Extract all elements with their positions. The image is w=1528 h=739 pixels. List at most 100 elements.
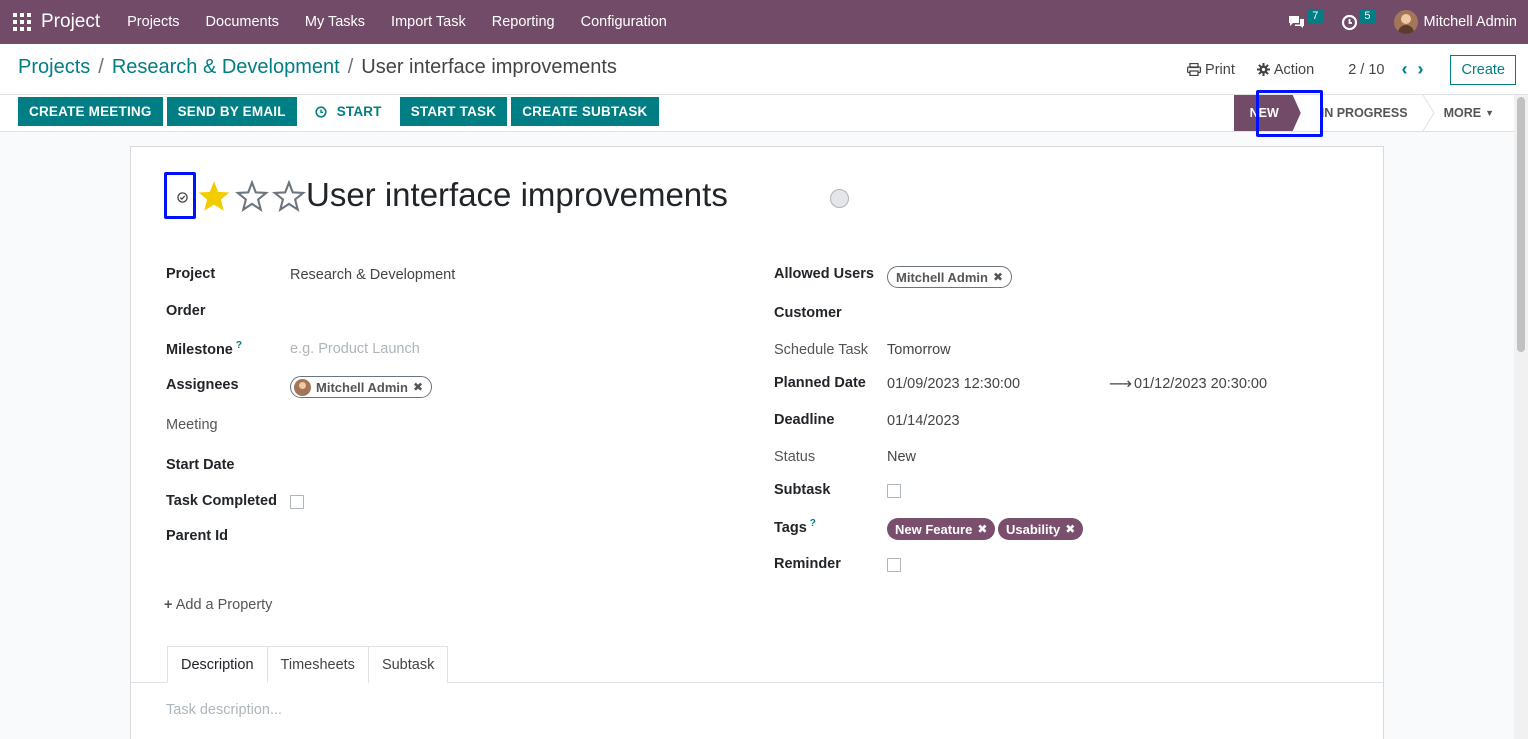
menu-documents[interactable]: Documents (193, 14, 292, 30)
customer-label: Customer (774, 305, 842, 321)
create-subtask-button[interactable]: CREATE SUBTASK (511, 97, 659, 126)
milestone-field[interactable]: e.g. Product Launch (290, 341, 420, 357)
stage-divider-icon (1422, 95, 1435, 131)
stage-new[interactable]: NEW (1233, 95, 1301, 131)
priority-star-empty-icon[interactable] (272, 180, 306, 212)
priority-star-filled-icon[interactable] (197, 180, 231, 212)
project-field[interactable]: Research & Development (290, 267, 455, 283)
planned-date-label: Planned Date (774, 375, 866, 391)
remove-assignee-icon[interactable]: ✖ (413, 380, 423, 394)
pager-value[interactable]: 2 / 10 (1348, 62, 1384, 78)
user-avatar[interactable] (1393, 10, 1418, 34)
stage-in-progress[interactable]: IN PROGRESS (1313, 95, 1422, 131)
stage-more-label: MORE (1443, 106, 1482, 120)
timer-icon (315, 105, 327, 118)
task-title[interactable]: User interface improvements (306, 176, 728, 214)
tag-label: New Feature (895, 521, 973, 537)
milestone-help-icon[interactable]: ? (236, 340, 242, 351)
menu-my-tasks[interactable]: My Tasks (292, 14, 378, 30)
print-button[interactable]: Print (1187, 62, 1235, 78)
tag-label: Usability (1006, 521, 1061, 537)
apps-menu-icon[interactable] (13, 13, 31, 31)
send-by-email-button[interactable]: SEND BY EMAIL (166, 97, 297, 126)
breadcrumb-projects[interactable]: Projects (18, 56, 90, 79)
assignees-label: Assignees (166, 377, 239, 393)
project-label: Project (166, 266, 216, 282)
print-icon (1187, 63, 1202, 76)
menu-configuration[interactable]: Configuration (568, 14, 680, 30)
start-date-label: Start Date (166, 457, 235, 473)
task-completed-checkbox[interactable] (290, 495, 304, 509)
priority-star-empty-icon[interactable] (235, 180, 269, 212)
subtask-checkbox[interactable] (887, 484, 901, 498)
activities-button[interactable]: 5 (1341, 9, 1376, 31)
kanban-status-icon[interactable] (830, 189, 849, 208)
scrollbar-thumb[interactable] (1517, 97, 1525, 352)
menu-import-task[interactable]: Import Task (378, 14, 479, 30)
reminder-checkbox[interactable] (887, 558, 901, 572)
start-task-button[interactable]: START TASK (399, 97, 508, 126)
action-button[interactable]: Action (1256, 61, 1315, 78)
page-scrollbar[interactable] (1514, 95, 1528, 739)
notebook-tabs: Description Timesheets Subtask (167, 646, 449, 683)
stage-selector: NEW IN PROGRESS MORE ▼ (1233, 95, 1514, 131)
tab-subtask[interactable]: Subtask (367, 646, 449, 683)
caret-down-icon: ▼ (1485, 108, 1494, 118)
subtask-label: Subtask (774, 482, 831, 498)
description-editor[interactable]: Task description... (166, 702, 282, 718)
messages-count-badge: 7 (1307, 9, 1324, 23)
tab-timesheets[interactable]: Timesheets (266, 646, 369, 683)
assignee-avatar (294, 378, 311, 396)
tab-description[interactable]: Description (167, 646, 268, 683)
user-menu[interactable]: Mitchell Admin (1424, 14, 1517, 30)
start-timer-button[interactable]: START (301, 97, 396, 126)
assignee-name: Mitchell Admin (316, 379, 408, 395)
tag-new-feature: New Feature ✖ (887, 518, 996, 540)
milestone-label-text: Milestone (166, 341, 233, 358)
deadline-field[interactable]: 01/14/2023 (887, 413, 960, 429)
breadcrumb-separator: / (347, 56, 354, 78)
kanban-state-check-icon[interactable] (177, 192, 188, 203)
main-menu: Projects Documents My Tasks Import Task … (114, 14, 680, 30)
allowed-user-tag: Mitchell Admin ✖ (887, 266, 1013, 288)
planned-end-field[interactable]: 01/12/2023 20:30:00 (1134, 376, 1267, 392)
form-statusbar: CREATE MEETING SEND BY EMAIL START START… (0, 95, 1514, 132)
remove-tag-icon[interactable]: ✖ (1065, 522, 1075, 536)
add-property-button[interactable]: + Add a Property (164, 597, 272, 613)
remove-tag-icon[interactable]: ✖ (977, 522, 987, 536)
allowed-user-name: Mitchell Admin (896, 269, 988, 285)
app-name[interactable]: Project (41, 11, 100, 33)
stage-more-dropdown[interactable]: MORE ▼ (1436, 95, 1514, 131)
activities-count-badge: 5 (1359, 9, 1376, 23)
tag-usability: Usability ✖ (998, 518, 1084, 540)
parent-id-label: Parent Id (166, 528, 229, 544)
status-label: Status (774, 449, 816, 465)
allowed-users-label: Allowed Users (774, 266, 874, 282)
deadline-label: Deadline (774, 412, 835, 428)
clock-icon (1342, 14, 1358, 30)
breadcrumb: Projects / Research & Development / User… (18, 56, 617, 79)
action-label: Action (1273, 61, 1315, 78)
tags-label-text: Tags (774, 519, 807, 536)
schedule-task-field[interactable]: Tomorrow (887, 342, 951, 358)
create-button[interactable]: Create (1450, 54, 1516, 85)
gear-icon (1256, 63, 1270, 76)
status-field: New (887, 449, 917, 465)
reminder-label: Reminder (774, 556, 841, 572)
start-timer-label: START (336, 104, 382, 119)
breadcrumb-project[interactable]: Research & Development (112, 56, 340, 79)
pager-previous-icon[interactable]: ‹ (1396, 59, 1412, 80)
planned-start-field[interactable]: 01/09/2023 12:30:00 (887, 376, 1020, 392)
meeting-label: Meeting (166, 417, 218, 433)
pager-next-icon[interactable]: › (1412, 59, 1428, 80)
add-property-label: Add a Property (175, 597, 273, 613)
create-meeting-button[interactable]: CREATE MEETING (18, 97, 163, 126)
tags-label: Tags? (774, 518, 816, 536)
messages-button[interactable]: 7 (1287, 9, 1324, 30)
breadcrumb-separator: / (98, 56, 104, 78)
menu-projects[interactable]: Projects (114, 14, 192, 30)
menu-reporting[interactable]: Reporting (479, 14, 568, 30)
remove-allowed-user-icon[interactable]: ✖ (993, 270, 1003, 284)
tags-help-icon[interactable]: ? (810, 518, 816, 529)
task-completed-label: Task Completed (166, 493, 277, 509)
